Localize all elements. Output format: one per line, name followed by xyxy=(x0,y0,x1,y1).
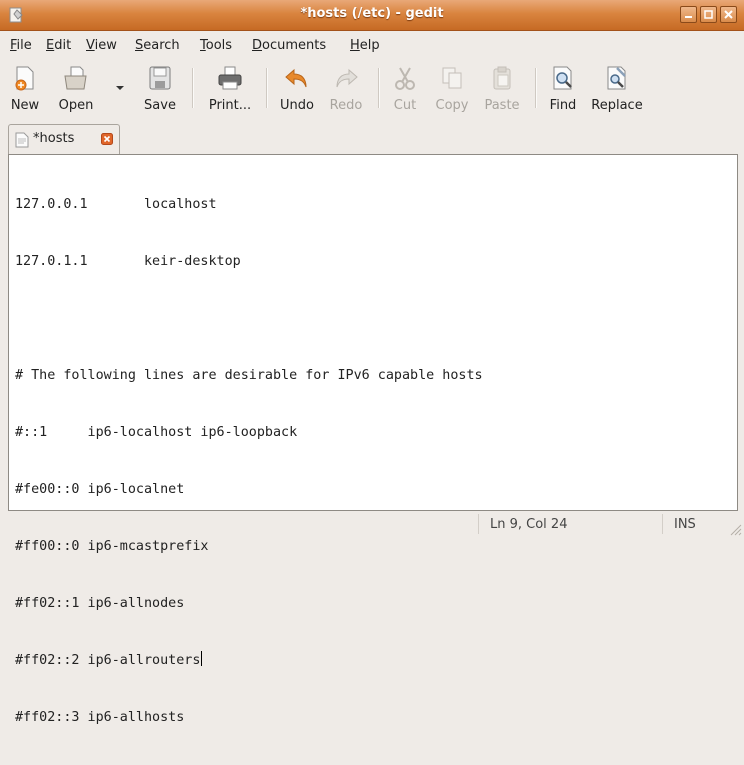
undo-button[interactable]: Undo xyxy=(276,64,318,113)
minimize-button[interactable] xyxy=(680,6,697,23)
tab-close-icon[interactable] xyxy=(101,133,113,145)
menu-file[interactable]: File xyxy=(10,38,32,53)
close-icon xyxy=(724,10,733,19)
toolbar-separator xyxy=(192,68,194,108)
find-magnifier-icon xyxy=(553,66,572,90)
resize-grip-icon[interactable] xyxy=(728,522,742,536)
status-divider xyxy=(478,514,479,534)
editor-line: # The following lines are desirable for … xyxy=(15,368,483,383)
open-recent-dropdown[interactable] xyxy=(113,64,127,92)
menu-tools[interactable]: Tools xyxy=(200,38,232,53)
maximize-icon xyxy=(704,10,713,19)
cut-button[interactable]: Cut xyxy=(390,64,420,113)
copy-icon xyxy=(442,67,462,89)
redo-arrow-icon xyxy=(336,68,358,88)
new-button[interactable]: New xyxy=(8,64,42,113)
scissors-icon xyxy=(395,67,415,90)
save-disk-icon xyxy=(149,66,171,90)
text-editor[interactable]: 127.0.0.1 localhost 127.0.1.1 keir-deskt… xyxy=(8,154,738,725)
editor-line: #ff02::1 ip6-allnodes xyxy=(15,596,185,611)
window-title: *hosts (/etc) - gedit xyxy=(300,6,444,21)
redo-button[interactable]: Redo xyxy=(326,64,366,113)
replace-button[interactable]: Replace xyxy=(588,64,646,113)
new-document-icon xyxy=(15,66,34,91)
title-bar[interactable]: *hosts (/etc) - gedit xyxy=(0,0,744,31)
toolbar-separator xyxy=(378,68,380,108)
menu-bar: File Edit View Search Tools Documents He… xyxy=(0,31,744,59)
editor-line: #fe00::0 ip6-localnet xyxy=(15,482,185,497)
editor-line: 127.0.1.1 keir-desktop xyxy=(15,254,241,269)
text-cursor xyxy=(201,651,203,666)
paste-button[interactable]: Paste xyxy=(480,64,524,113)
toolbar-separator xyxy=(535,68,537,108)
editor-line: #::1 ip6-localhost ip6-loopback xyxy=(15,425,298,440)
paste-clipboard-icon xyxy=(493,66,511,90)
save-button[interactable]: Save xyxy=(140,64,180,113)
status-bar: Ln 9, Col 24 INS xyxy=(0,512,744,538)
toolbar: New Open Save Print... Undo Redo Cut Cop… xyxy=(0,60,744,118)
menu-search[interactable]: Search xyxy=(135,38,180,53)
chevron-down-icon xyxy=(116,86,124,90)
open-button[interactable]: Open xyxy=(56,64,96,113)
menu-help[interactable]: Help xyxy=(350,38,380,53)
close-window-button[interactable] xyxy=(720,6,737,23)
editor-line: #ff02::3 ip6-allhosts xyxy=(15,710,185,725)
menu-edit[interactable]: Edit xyxy=(46,38,71,53)
editor-line: #ff00::0 ip6-mcastprefix xyxy=(15,539,209,554)
copy-button[interactable]: Copy xyxy=(432,64,472,113)
editor-line-current: #ff02::2 ip6-allrouters xyxy=(15,651,203,668)
tab-hosts[interactable]: *hosts xyxy=(8,124,120,154)
tab-label: *hosts xyxy=(33,131,75,146)
find-button[interactable]: Find xyxy=(546,64,580,113)
text-document-icon xyxy=(15,132,29,148)
status-divider xyxy=(662,514,663,534)
undo-arrow-icon xyxy=(285,68,307,88)
printer-icon xyxy=(218,66,242,90)
editor-line: 127.0.0.1 localhost xyxy=(15,197,217,212)
minimize-icon xyxy=(685,16,692,18)
document-tabs: *hosts xyxy=(0,120,744,154)
cursor-position: Ln 9, Col 24 xyxy=(490,517,568,532)
replace-icon xyxy=(607,66,626,90)
toolbar-separator xyxy=(266,68,268,108)
maximize-button[interactable] xyxy=(700,6,717,23)
menu-view[interactable]: View xyxy=(86,38,117,53)
print-button[interactable]: Print... xyxy=(204,64,256,113)
open-folder-icon xyxy=(64,66,87,90)
insert-mode-indicator: INS xyxy=(674,517,696,532)
menu-documents[interactable]: Documents xyxy=(252,38,326,53)
